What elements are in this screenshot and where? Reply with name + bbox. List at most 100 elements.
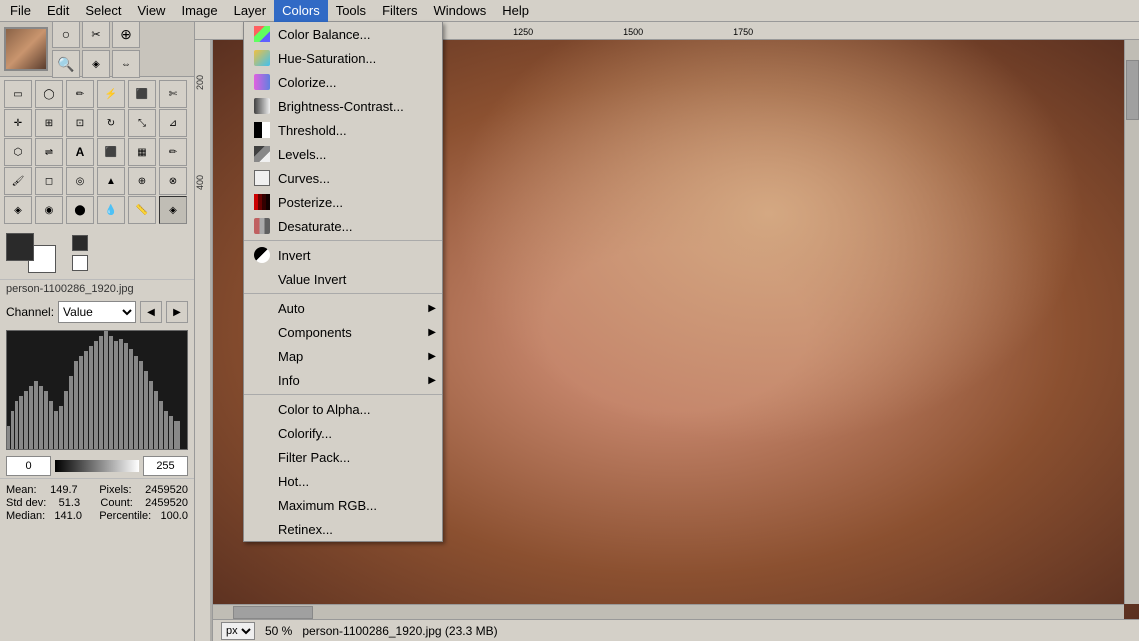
components-arrow: ▶	[428, 327, 436, 338]
menu-item-colorify[interactable]: Colorify...	[244, 421, 442, 445]
filename-bar: person-1100286_1920.jpg	[0, 279, 194, 298]
std-value: 51.3	[59, 497, 80, 509]
tool-color-picker[interactable]: 💧	[97, 196, 125, 224]
menu-item-color-to-alpha[interactable]: Color to Alpha...	[244, 397, 442, 421]
scrollbar-vertical[interactable]	[1124, 40, 1139, 604]
channel-select[interactable]: Value Red Green Blue	[58, 301, 136, 323]
tool-active[interactable]: ◈	[159, 196, 187, 224]
menu-layer[interactable]: Layer	[226, 0, 275, 22]
tool-pencil[interactable]: ✏	[159, 138, 187, 166]
tool-shear[interactable]: ⊿	[159, 109, 187, 137]
menu-divider-1	[244, 240, 442, 241]
menu-windows[interactable]: Windows	[425, 0, 494, 22]
foreground-color[interactable]	[6, 233, 34, 261]
tool-crop[interactable]: ✂	[82, 20, 110, 48]
count-value: 2459520	[145, 497, 188, 509]
tool-clone[interactable]: ⊕	[128, 167, 156, 195]
tool-measure[interactable]: 📏	[128, 196, 156, 224]
tool-paintbrush[interactable]: 🖌	[4, 167, 32, 195]
tool-heal[interactable]: ⊗	[159, 167, 187, 195]
menu-item-hue-saturation[interactable]: Hue-Saturation...	[244, 46, 442, 70]
svg-text:200: 200	[195, 75, 205, 90]
tool-select-color[interactable]: ⬛	[128, 80, 156, 108]
menu-help[interactable]: Help	[494, 0, 537, 22]
unit-select[interactable]: px %	[221, 622, 255, 640]
tool-ellipse-select[interactable]: ◯	[35, 80, 63, 108]
tool-scissors[interactable]: ✄	[159, 80, 187, 108]
menu-item-auto[interactable]: Auto ▶	[244, 296, 442, 320]
reset-colors-icon[interactable]	[72, 255, 88, 271]
tool-zoom[interactable]: 🔍	[52, 50, 80, 78]
levels-min-input[interactable]: 0	[6, 456, 51, 476]
tool-crop2[interactable]: ⊡	[66, 109, 94, 137]
tool-scale2[interactable]: ⤡	[128, 109, 156, 137]
tool-fuzzy-select[interactable]: ⚡	[97, 80, 125, 108]
tool-dodge[interactable]: ⬤	[66, 196, 94, 224]
tool-eraser[interactable]: ◻	[35, 167, 63, 195]
main-layout: ○ ✂ ⊕ 🔍 ◈ ⇔ ▭ ◯ ✏ ⚡ ⬛ ✄ ✛ ⊞ ⊡ ↻	[0, 22, 1139, 641]
menu-item-curves[interactable]: Curves...	[244, 166, 442, 190]
menu-item-desaturate[interactable]: Desaturate...	[244, 214, 442, 238]
swap-colors-icon[interactable]	[72, 235, 88, 251]
menu-edit[interactable]: Edit	[39, 0, 77, 22]
tool-airbrush[interactable]: ◎	[66, 167, 94, 195]
menu-item-maximum-rgb[interactable]: Maximum RGB...	[244, 493, 442, 517]
histogram-area	[6, 330, 188, 450]
tool-flip[interactable]: ⇌	[35, 138, 63, 166]
menu-item-filter-pack[interactable]: Filter Pack...	[244, 445, 442, 469]
levels-max-input[interactable]: 255	[143, 456, 188, 476]
menu-select[interactable]: Select	[77, 0, 129, 22]
tool-move[interactable]: ⊕	[112, 20, 140, 48]
map-label: Map	[278, 349, 422, 364]
tool-ellipse[interactable]: ○	[52, 20, 80, 48]
menu-colors[interactable]: Colors	[274, 0, 328, 22]
tool-bucket[interactable]: ⬛	[97, 138, 125, 166]
menu-item-map[interactable]: Map ▶	[244, 344, 442, 368]
tool-move2[interactable]: ✛	[4, 109, 32, 137]
tool-perspective2[interactable]: ◈	[4, 196, 32, 224]
tool-align[interactable]: ⊞	[35, 109, 63, 137]
maximum-rgb-label: Maximum RGB...	[278, 498, 422, 513]
stats-area: Mean: 149.7 Pixels: 2459520 Std dev: 51.…	[0, 478, 194, 527]
tool-blur[interactable]: ◉	[35, 196, 63, 224]
status-filename: person-1100286_1920.jpg (23.3 MB)	[302, 624, 497, 638]
invert-icon	[252, 246, 272, 264]
menu-item-colorize[interactable]: Colorize...	[244, 70, 442, 94]
menu-item-threshold[interactable]: Threshold...	[244, 118, 442, 142]
tool-ink[interactable]: ▲	[97, 167, 125, 195]
tool-text[interactable]: A	[66, 138, 94, 166]
menu-item-components[interactable]: Components ▶	[244, 320, 442, 344]
tool-free-select[interactable]: ✏	[66, 80, 94, 108]
tool-scale[interactable]: ⇔	[112, 50, 140, 78]
menu-item-levels[interactable]: Levels...	[244, 142, 442, 166]
map-icon	[252, 347, 272, 365]
median-label: Median:	[6, 510, 45, 522]
menu-item-posterize[interactable]: Posterize...	[244, 190, 442, 214]
menu-item-value-invert[interactable]: Value Invert	[244, 267, 442, 291]
menu-item-retinex[interactable]: Retinex...	[244, 517, 442, 541]
scrollbar-horizontal[interactable]	[213, 604, 1124, 619]
tool-gradient[interactable]: ▦	[128, 138, 156, 166]
channel-btn-right[interactable]: ▶	[166, 301, 188, 323]
tool-color[interactable]: ◈	[82, 50, 110, 78]
menu-item-color-balance[interactable]: Color Balance...	[244, 22, 442, 46]
toolbox: ○ ✂ ⊕ 🔍 ◈ ⇔ ▭ ◯ ✏ ⚡ ⬛ ✄ ✛ ⊞ ⊡ ↻	[0, 22, 195, 641]
menu-file[interactable]: File	[2, 0, 39, 22]
map-arrow: ▶	[428, 351, 436, 362]
menu-image[interactable]: Image	[173, 0, 225, 22]
menu-filters[interactable]: Filters	[374, 0, 425, 22]
fg-bg-colors[interactable]	[6, 233, 56, 273]
tool-perspective[interactable]: ⬡	[4, 138, 32, 166]
levels-label: Levels...	[278, 147, 422, 162]
menu-item-invert[interactable]: Invert	[244, 243, 442, 267]
menu-item-info[interactable]: Info ▶	[244, 368, 442, 392]
menu-view[interactable]: View	[130, 0, 174, 22]
menu-item-hot[interactable]: Hot...	[244, 469, 442, 493]
menu-item-brightness-contrast[interactable]: Brightness-Contrast...	[244, 94, 442, 118]
tool-rect-select[interactable]: ▭	[4, 80, 32, 108]
channel-btn-left[interactable]: ◀	[140, 301, 162, 323]
tool-rotate[interactable]: ↻	[97, 109, 125, 137]
colorize-label: Colorize...	[278, 75, 422, 90]
levels-slider[interactable]	[55, 460, 139, 472]
menu-tools[interactable]: Tools	[328, 0, 374, 22]
